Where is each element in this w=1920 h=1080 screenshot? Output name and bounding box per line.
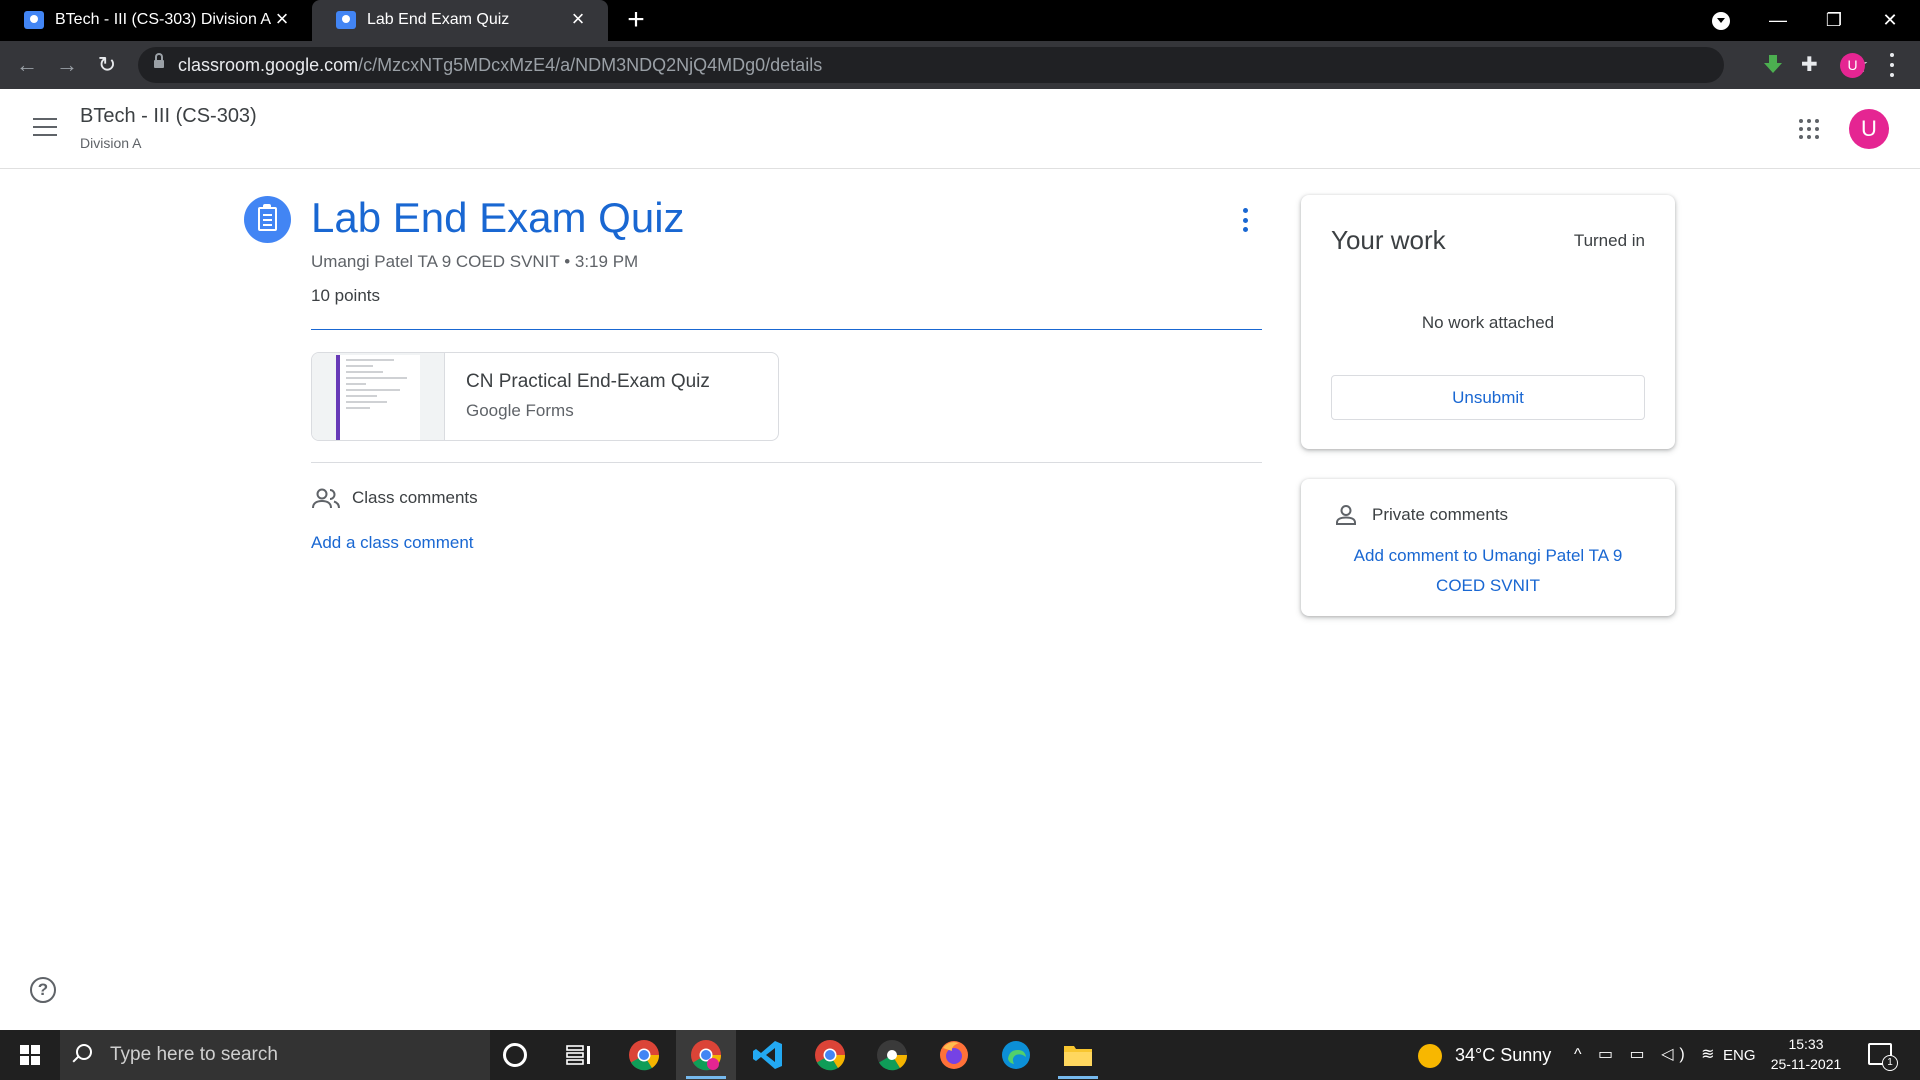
add-class-comment-link[interactable]: Add a class comment: [311, 533, 474, 553]
clock-time: 15:33: [1788, 1036, 1824, 1052]
close-tab-icon[interactable]: ×: [566, 7, 590, 31]
notification-count: 1: [1882, 1055, 1898, 1071]
windows-start-icon[interactable]: [20, 1045, 40, 1065]
clock-date: 25-11-2021: [1770, 1056, 1842, 1072]
main-menu-icon[interactable]: [33, 118, 57, 136]
tab-search-icon[interactable]: [1712, 12, 1730, 30]
address-bar[interactable]: classroom.google.com/c/MzcxNTg5MDcxMzE4/…: [138, 47, 1869, 83]
page-title: Lab End Exam Quiz: [311, 194, 685, 241]
weather-sun-icon[interactable]: [1418, 1044, 1442, 1068]
firefox-icon[interactable]: [937, 1038, 971, 1072]
clock[interactable]: 15:33 25-11-2021: [1768, 1034, 1844, 1074]
system-tray-icons[interactable]: ^ ▭ ▭ ◁) ≋: [1574, 1044, 1721, 1064]
account-avatar[interactable]: U: [1849, 109, 1889, 149]
status-badge: Turned in: [1573, 231, 1645, 250]
attachment-type: Google Forms: [466, 401, 574, 420]
your-work-card: Your work Turned in No work attached Uns…: [1301, 195, 1675, 449]
chrome-icon[interactable]: [627, 1038, 661, 1072]
course-section: Division A: [80, 135, 142, 151]
section-divider: [311, 462, 1262, 463]
url-text[interactable]: classroom.google.com/c/MzcxNTg5MDcxMzE4/…: [178, 55, 822, 76]
taskbar-search-box[interactable]: Type here to search: [60, 1030, 490, 1080]
classroom-favicon-icon: [24, 11, 44, 29]
back-arrow-icon[interactable]: ←: [11, 49, 43, 81]
person-icon: [1336, 505, 1356, 525]
close-window-icon[interactable]: ✕: [1862, 0, 1918, 41]
running-app-indicator: [1058, 1076, 1098, 1079]
browser-tab-course[interactable]: BTech - III (CS-303) Division A ×: [0, 0, 308, 41]
classroom-header: BTech - III (CS-303) Division A U: [0, 89, 1920, 169]
search-icon: [76, 1044, 92, 1060]
vscode-icon[interactable]: [751, 1038, 785, 1072]
cortana-icon[interactable]: [503, 1043, 527, 1067]
lock-icon[interactable]: [154, 53, 164, 70]
download-extension-icon[interactable]: [1762, 53, 1784, 75]
extensions-puzzle-icon[interactable]: ✚: [1801, 55, 1821, 75]
private-comments-card: Private comments Add comment to Umangi P…: [1301, 479, 1675, 616]
people-icon: [312, 488, 340, 509]
class-comments-label: Class comments: [352, 488, 478, 507]
file-explorer-icon[interactable]: [1061, 1038, 1095, 1072]
private-comments-label: Private comments: [1372, 505, 1509, 524]
more-options-icon[interactable]: [1240, 208, 1250, 232]
chrome-profile-icon[interactable]: [689, 1038, 723, 1072]
unsubmit-button[interactable]: Unsubmit: [1331, 375, 1645, 420]
reload-icon[interactable]: ↻: [91, 49, 123, 81]
minimize-window-icon[interactable]: —: [1750, 0, 1806, 41]
chrome-canary-icon[interactable]: [875, 1038, 909, 1072]
browser-tab-strip: BTech - III (CS-303) Division A × Lab En…: [0, 0, 1920, 41]
browser-profile-avatar[interactable]: U: [1840, 53, 1865, 78]
help-icon[interactable]: ?: [30, 977, 56, 1003]
add-private-comment-link[interactable]: Add comment to Umangi Patel TA 9 COED SV…: [1331, 541, 1645, 601]
browser-tab-assignment[interactable]: Lab End Exam Quiz ×: [312, 0, 608, 41]
language-indicator[interactable]: ENG: [1723, 1047, 1756, 1064]
your-work-heading: Your work: [1331, 225, 1446, 255]
running-app-indicator: [686, 1076, 726, 1079]
tab-title: Lab End Exam Quiz: [367, 11, 510, 28]
restore-window-icon[interactable]: ❐: [1806, 0, 1862, 41]
close-tab-icon[interactable]: ×: [270, 7, 294, 31]
classroom-favicon-icon: [336, 11, 356, 29]
course-title[interactable]: BTech - III (CS-303): [80, 105, 257, 128]
forward-arrow-icon[interactable]: →: [51, 49, 83, 81]
task-view-icon[interactable]: [566, 1045, 592, 1065]
new-tab-button[interactable]: +: [622, 5, 650, 35]
chrome-alt-icon[interactable]: [813, 1038, 847, 1072]
no-work-text: No work attached: [1421, 313, 1555, 332]
browser-toolbar: ← → ↻ classroom.google.com/c/MzcxNTg5MDc…: [0, 41, 1920, 89]
attachment-card[interactable]: CN Practical End-Exam Quiz Google Forms: [311, 352, 779, 441]
tab-title: BTech - III (CS-303) Division A: [55, 11, 272, 28]
assignment-meta: Umangi Patel TA 9 COED SVNIT • 3:19 PM: [311, 252, 639, 271]
weather-text[interactable]: 34°C Sunny: [1455, 1045, 1551, 1066]
assignment-points: 10 points: [311, 286, 380, 305]
edge-icon[interactable]: [999, 1038, 1033, 1072]
notifications-icon[interactable]: 1: [1868, 1043, 1898, 1071]
browser-menu-icon[interactable]: [1890, 53, 1896, 77]
attachment-title[interactable]: CN Practical End-Exam Quiz: [466, 371, 710, 393]
title-divider: [311, 329, 1262, 330]
form-thumbnail: [312, 353, 445, 440]
google-apps-icon[interactable]: [1799, 119, 1819, 139]
assignment-clipboard-icon: [244, 196, 291, 243]
taskbar-search-placeholder: Type here to search: [110, 1044, 278, 1065]
